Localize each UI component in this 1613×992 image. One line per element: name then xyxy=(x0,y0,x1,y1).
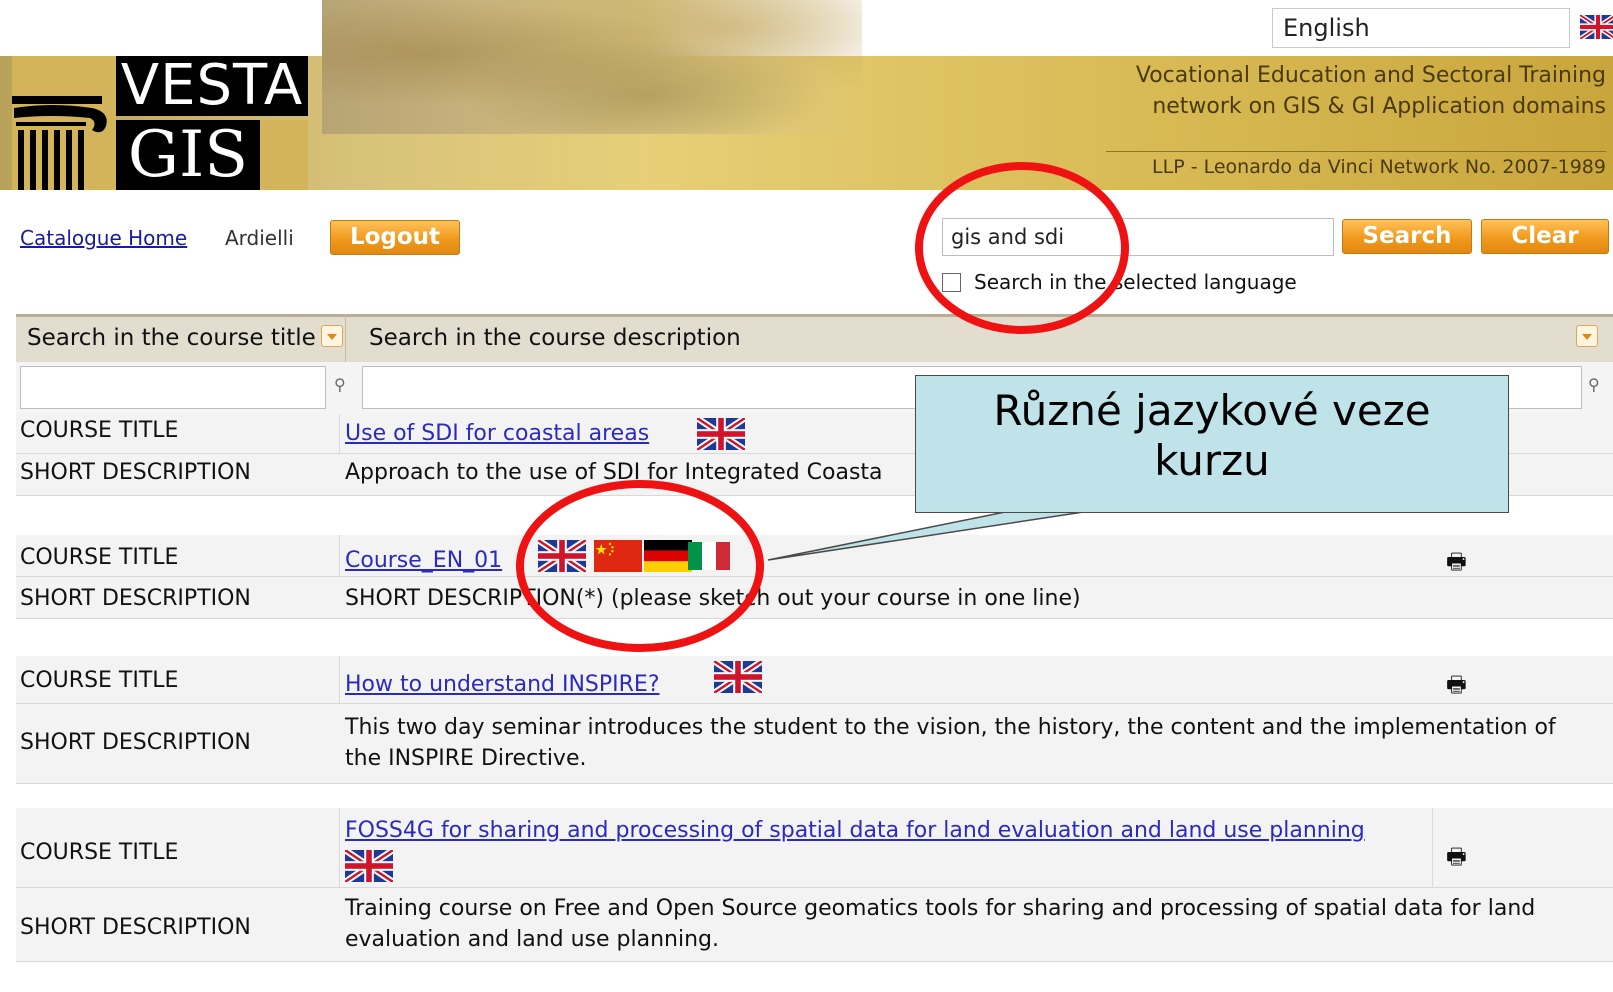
course-title-label: COURSE TITLE xyxy=(20,668,179,693)
short-description-label: SHORT DESCRIPTION xyxy=(20,586,251,611)
course-title-link[interactable]: Course_EN_01 xyxy=(345,548,502,573)
catalogue-home-link[interactable]: Catalogue Home xyxy=(20,226,187,250)
title-filter-input[interactable] xyxy=(20,366,326,409)
filter-icon[interactable]: ⚲ xyxy=(334,375,346,394)
course-description-line: Training course on Free and Open Source … xyxy=(345,896,1536,921)
table-row xyxy=(16,535,1613,577)
course-description: This two day seminar introduces the stud… xyxy=(345,712,1610,774)
banner-tagline: Vocational Education and Sectoral Traini… xyxy=(1106,60,1606,122)
uk-flag-icon[interactable] xyxy=(714,661,762,693)
column-divider xyxy=(1432,808,1433,888)
course-title-link[interactable]: Use of SDI for coastal areas xyxy=(345,421,649,446)
uk-flag-icon[interactable] xyxy=(697,418,745,450)
course-description: Training course on Free and Open Source … xyxy=(345,893,1610,955)
language-select[interactable]: English xyxy=(1272,8,1570,48)
banner-map-image xyxy=(322,0,862,134)
uk-flag-icon[interactable] xyxy=(345,850,393,882)
short-description-label: SHORT DESCRIPTION xyxy=(20,915,251,940)
course-title-label: COURSE TITLE xyxy=(20,418,179,443)
search-highlight-ellipse xyxy=(915,162,1129,334)
short-description-label: SHORT DESCRIPTION xyxy=(20,730,251,755)
clear-button[interactable]: Clear xyxy=(1481,219,1609,254)
logout-button[interactable]: Logout xyxy=(330,220,460,255)
callout-line-1: Různé jazykové veze xyxy=(993,386,1431,435)
uk-flag-icon xyxy=(1580,15,1613,39)
callout-line-2: kurzu xyxy=(1154,436,1270,485)
filter-column-divider xyxy=(345,314,346,362)
flags-highlight-ellipse xyxy=(516,480,764,652)
logo-accent xyxy=(260,120,308,190)
table-row xyxy=(16,656,1613,704)
course-title-link[interactable]: FOSS4G for sharing and processing of spa… xyxy=(345,818,1365,843)
tagline-line-2: network on GIS & GI Application domains xyxy=(1152,94,1606,119)
tagline-divider xyxy=(1106,151,1606,152)
short-description-label: SHORT DESCRIPTION xyxy=(20,460,251,485)
description-filter-select[interactable]: Search in the course description xyxy=(369,325,741,351)
search-button[interactable]: Search xyxy=(1342,219,1472,254)
course-title-label: COURSE TITLE xyxy=(20,840,179,865)
title-filter-select[interactable]: Search in the course title xyxy=(27,325,316,351)
course-description-line: evaluation and land use planning. xyxy=(345,927,719,952)
course-title-label: COURSE TITLE xyxy=(20,545,179,570)
course-title-link[interactable]: How to understand INSPIRE? xyxy=(345,672,660,697)
course-description-line: the INSPIRE Directive. xyxy=(345,746,587,771)
chevron-down-icon[interactable] xyxy=(321,325,343,347)
logo-vesta-text: VESTA xyxy=(116,56,308,116)
printer-icon[interactable]: 🖶 xyxy=(1446,840,1467,878)
logo-gis-text: GIS xyxy=(116,120,260,190)
printer-icon[interactable]: 🖶 xyxy=(1446,668,1467,706)
program-text: LLP - Leonardo da Vinci Network No. 2007… xyxy=(1152,156,1606,178)
chevron-down-icon[interactable] xyxy=(1576,325,1598,347)
course-description-line: This two day seminar introduces the stud… xyxy=(345,715,1556,740)
username-label: Ardielli xyxy=(225,226,294,250)
callout-box: Různé jazykové veze kurzu xyxy=(915,375,1509,513)
pillar-logo-icon xyxy=(12,56,116,190)
filter-icon[interactable]: ⚲ xyxy=(1588,375,1600,394)
tagline-line-1: Vocational Education and Sectoral Traini… xyxy=(1135,63,1606,88)
